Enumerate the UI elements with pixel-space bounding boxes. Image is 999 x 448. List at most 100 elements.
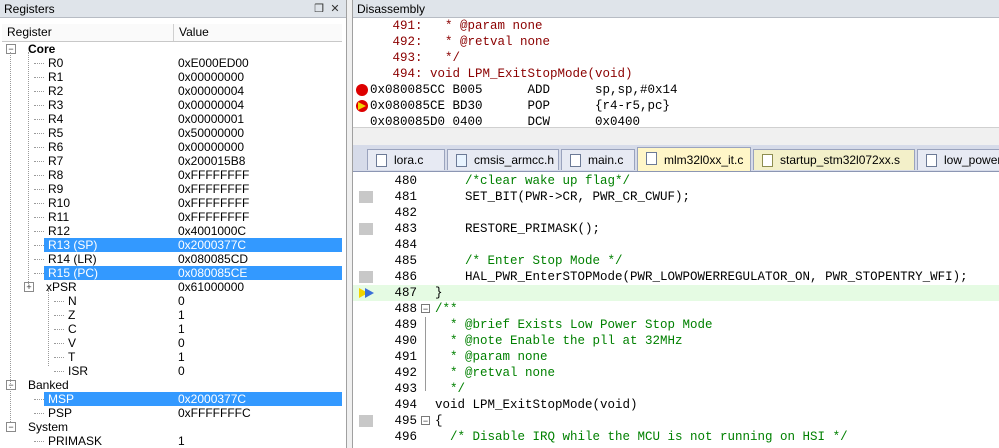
register-row[interactable]: R4 0x00000001 xyxy=(2,112,342,126)
register-row[interactable]: R3 0x00000004 xyxy=(2,98,342,112)
register-row[interactable]: R14 (LR) 0x080085CD xyxy=(2,252,342,266)
code-text: SET_BIT(PWR->CR, PWR_CR_CWUF); xyxy=(435,190,691,204)
source-line[interactable]: 491: * @param none xyxy=(370,18,543,34)
register-row[interactable]: V0 xyxy=(2,336,342,350)
horizontal-scrollbar[interactable] xyxy=(353,127,999,145)
register-row[interactable]: R7 0x200015B8 xyxy=(2,154,342,168)
tab-lora-c[interactable]: lora.c xyxy=(367,149,445,170)
register-name: R1 xyxy=(48,70,64,84)
register-name: ISR xyxy=(68,364,89,378)
fold-toggle-icon[interactable]: − xyxy=(421,304,430,314)
register-row[interactable]: T1 xyxy=(2,350,342,364)
tree-connector xyxy=(34,245,44,246)
code-line[interactable]: 495−{ xyxy=(353,413,999,429)
tab-main-c[interactable]: main.c xyxy=(561,149,635,170)
code-line[interactable]: 480 /*clear wake up flag*/ xyxy=(353,173,999,189)
line-number: 487 xyxy=(394,286,417,300)
fold-toggle-icon[interactable]: − xyxy=(421,416,430,426)
line-number: 494 xyxy=(394,398,417,412)
register-row[interactable]: R1 0x00000000 xyxy=(2,70,342,84)
expander-icon[interactable]: − xyxy=(6,422,16,432)
code-text: HAL_PWR_EnterSTOPMode(PWR_LOWPOWERREGULA… xyxy=(435,270,968,284)
tab-label: cmsis_armcc.h xyxy=(474,153,555,167)
code-line[interactable]: 494 void LPM_ExitStopMode(void) xyxy=(353,397,999,413)
register-value: 0 xyxy=(178,364,185,378)
register-row[interactable]: R10 0xFFFFFFFF xyxy=(2,196,342,210)
code-line[interactable]: 490 * @note Enable the pll at 32MHz xyxy=(353,333,999,349)
assembly-line[interactable]: 0x080085CC B005 ADD sp,sp,#0x14 xyxy=(370,82,678,98)
code-line[interactable]: 486 HAL_PWR_EnterSTOPMode(PWR_LOWPOWERRE… xyxy=(353,269,999,285)
tab-low-power-manager-c[interactable]: low_power_manager.c xyxy=(917,149,999,170)
register-value: 0x080085CE xyxy=(178,266,248,280)
tab-cmsis-armcc-h[interactable]: cmsis_armcc.h xyxy=(447,149,559,170)
register-row[interactable]: MSP 0x2000377C xyxy=(34,392,342,406)
register-row[interactable]: R5 0x50000000 xyxy=(2,126,342,140)
register-row[interactable]: N0 xyxy=(2,294,342,308)
column-value[interactable]: Value xyxy=(174,24,342,41)
tree-connector xyxy=(54,343,64,344)
disassembly-panel: Disassembly 491: * @param none 492: * @r… xyxy=(352,0,999,145)
source-line[interactable]: 493: */ xyxy=(370,50,461,66)
code-line[interactable]: 481 SET_BIT(PWR->CR, PWR_CR_CWUF); xyxy=(353,189,999,205)
line-number: 482 xyxy=(394,206,417,220)
code-line[interactable]: 489 * @brief Exists Low Power Stop Mode xyxy=(353,317,999,333)
register-row[interactable]: ISR 0 xyxy=(2,364,342,378)
tree-connector xyxy=(54,315,64,316)
close-icon[interactable]: ✕ xyxy=(328,2,342,16)
register-value: 0xFFFFFFFF xyxy=(178,210,250,224)
expander-icon[interactable]: − xyxy=(6,380,16,390)
register-value: 1 xyxy=(178,308,185,322)
register-row[interactable]: R11 0xFFFFFFFF xyxy=(2,210,342,224)
code-line[interactable]: 483 RESTORE_PRIMASK(); xyxy=(353,221,999,237)
register-row[interactable]: PSP 0xFFFFFFFC xyxy=(2,406,342,420)
c-file-icon xyxy=(570,154,581,167)
register-row[interactable]: R6 0x00000000 xyxy=(2,140,342,154)
register-row[interactable]: R12 0x4001000C xyxy=(2,224,342,238)
code-line[interactable]: 488−/** xyxy=(353,301,999,317)
code-line[interactable]: 485 /* Enter Stop Mode */ xyxy=(353,253,999,269)
registers-title-bar: Registers ❒ ✕ xyxy=(0,0,346,18)
register-row[interactable]: R0 0xE000ED00 xyxy=(2,56,342,70)
expander-icon[interactable]: + xyxy=(24,282,34,292)
register-row[interactable]: C1 xyxy=(2,322,342,336)
register-row[interactable]: + xPSR 0x61000000 xyxy=(2,280,342,294)
code-line[interactable]: 487} xyxy=(353,285,999,301)
register-row[interactable]: PRIMASK 1 xyxy=(2,434,342,448)
register-value: 0x50000000 xyxy=(178,126,245,140)
register-value: 0x00000004 xyxy=(178,98,245,112)
code-text: * @retval none xyxy=(435,366,556,380)
line-number: 480 xyxy=(394,174,417,188)
tab-startup-stm32l072xx-s[interactable]: startup_stm32l072xx.s xyxy=(753,149,915,170)
register-row[interactable]: R13 (SP) 0x2000377C xyxy=(34,238,342,252)
register-row[interactable]: R8 0xFFFFFFFF xyxy=(2,168,342,182)
expander-icon[interactable]: − xyxy=(6,44,16,54)
source-editor: lora.c cmsis_armcc.h main.c mlm32l0xx_it.c s… xyxy=(352,145,999,448)
register-row[interactable]: Z1 xyxy=(2,308,342,322)
source-line[interactable]: 492: * @retval none xyxy=(370,34,551,50)
column-register[interactable]: Register xyxy=(2,24,174,41)
register-row[interactable]: R15 (PC) 0x080085CE xyxy=(34,266,342,280)
tree-connector xyxy=(54,329,64,330)
register-row[interactable]: − System xyxy=(2,420,342,434)
register-row[interactable]: − Core xyxy=(2,42,342,56)
register-row[interactable]: − Banked xyxy=(2,378,342,392)
tab-mlm32l0xx-it-c[interactable]: mlm32l0xx_it.c xyxy=(637,147,751,171)
register-row[interactable]: R2 0x00000004 xyxy=(2,84,342,98)
code-line[interactable]: 496 /* Disable IRQ while the MCU is not … xyxy=(353,429,999,445)
code-line[interactable]: 484 xyxy=(353,237,999,253)
registers-tree: − Core R0 0xE000ED00 R1 0x00000000 R2 0x0000000… xyxy=(2,42,342,448)
code-line[interactable]: 493 */ xyxy=(353,381,999,397)
code-line[interactable]: 491 * @param none xyxy=(353,349,999,365)
code-text: /* Disable IRQ while the MCU is not runn… xyxy=(435,430,848,444)
breakpoint-icon[interactable] xyxy=(356,84,368,96)
register-value: 0x00000000 xyxy=(178,140,245,154)
register-row[interactable]: R9 0xFFFFFFFF xyxy=(2,182,342,196)
code-line[interactable]: 482 xyxy=(353,205,999,221)
code-line[interactable]: 492 * @retval none xyxy=(353,365,999,381)
tree-connector xyxy=(34,147,44,148)
source-line[interactable]: 494: void LPM_ExitStopMode(void) xyxy=(370,66,633,82)
assembly-line[interactable]: 0x080085CE BD30 POP {r4-r5,pc} xyxy=(370,98,670,114)
pin-icon[interactable]: ❒ xyxy=(312,2,326,16)
tree-connector xyxy=(54,301,64,302)
register-value: 0x2000377C xyxy=(178,392,247,406)
